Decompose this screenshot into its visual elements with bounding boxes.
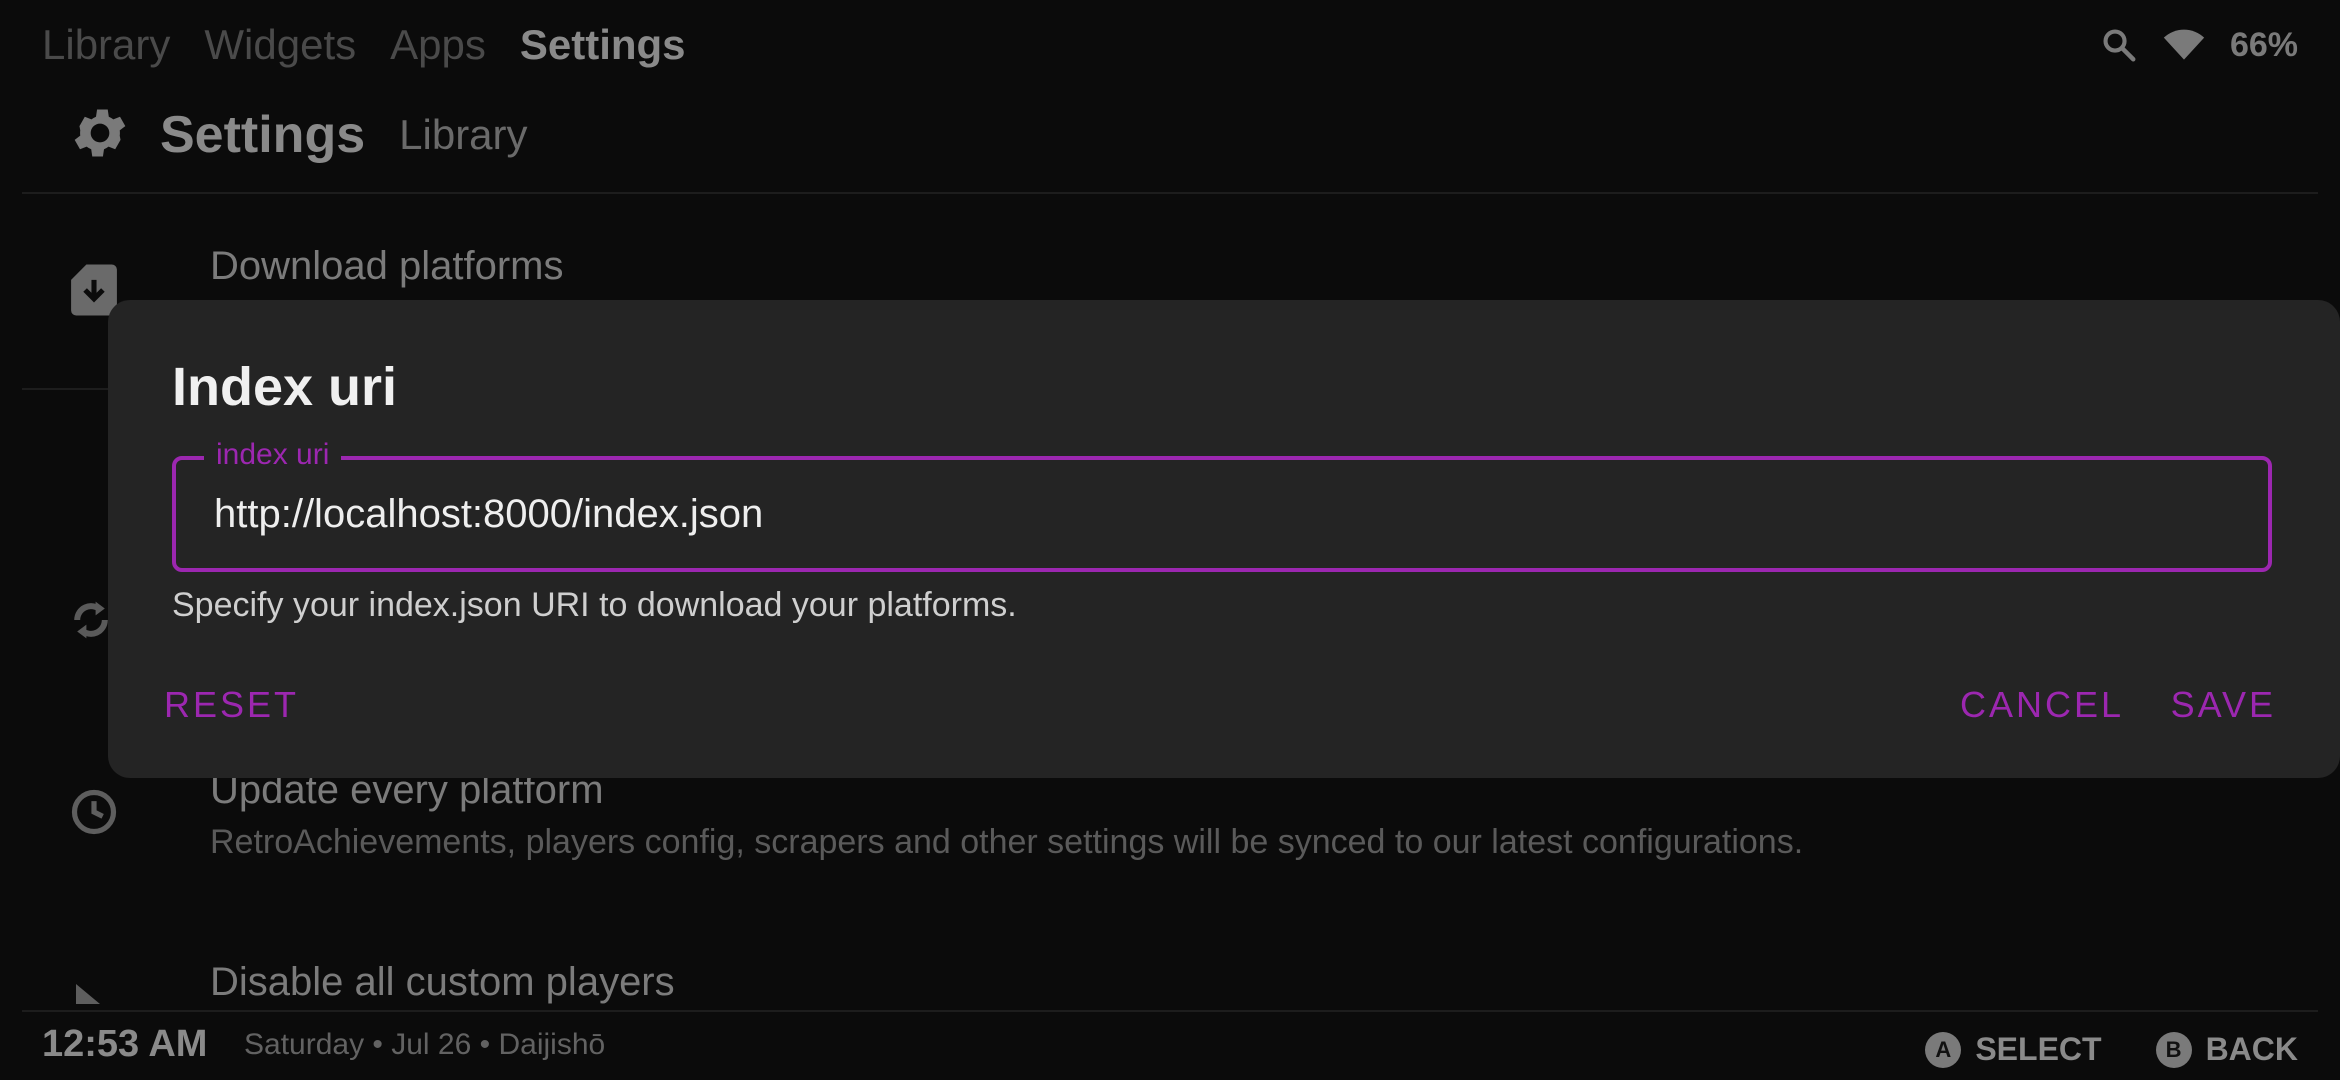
index-uri-dialog: Index uri index uri Specify your index.j… [108, 300, 2340, 778]
play-icon [68, 984, 108, 1009]
tab-widgets[interactable]: Widgets [204, 21, 356, 69]
status-bar: 66% [2100, 0, 2298, 90]
helper-text: Specify your index.json URI to download … [172, 586, 1017, 624]
bottom-bar: 12:53 AM Saturday • Jul 26 • Daijishō A … [0, 1010, 2340, 1080]
row-disable-custom-players[interactable]: Disable all custom players [210, 960, 675, 1005]
cancel-button[interactable]: CANCEL [1960, 680, 2124, 730]
top-navigation: Library Widgets Apps Settings [42, 0, 686, 90]
row-download-platforms[interactable]: Download platforms [210, 244, 564, 289]
search-icon[interactable] [2100, 26, 2138, 64]
a-button-icon: A [1925, 1031, 1962, 1068]
breadcrumb: Library [399, 111, 528, 158]
clock: 12:53 AM [42, 1023, 208, 1065]
index-uri-field[interactable]: index uri [172, 438, 2272, 572]
tab-library[interactable]: Library [42, 21, 170, 69]
page-title: Settings [160, 106, 366, 164]
hint-back-label: BACK [2205, 1031, 2298, 1067]
controller-hints: A SELECT B BACK [1925, 1031, 2298, 1068]
save-button[interactable]: SAVE [2171, 680, 2276, 730]
divider [22, 192, 2318, 194]
reset-button[interactable]: RESET [164, 680, 299, 730]
page-header: Settings Library [68, 100, 528, 170]
date-line: Saturday • Jul 26 • Daijishō [244, 1028, 606, 1061]
tab-settings[interactable]: Settings [520, 21, 686, 69]
battery-percentage: 66% [2229, 25, 2298, 64]
history-icon [68, 786, 120, 843]
b-button-icon: B [2155, 1031, 2192, 1068]
gear-icon [68, 101, 132, 170]
index-uri-input[interactable] [214, 482, 2194, 546]
tab-apps[interactable]: Apps [390, 21, 486, 69]
wifi-icon [2162, 26, 2206, 64]
row-update-every-platform-description: RetroAchievements, players config, scrap… [210, 823, 1804, 861]
field-label: index uri [204, 438, 342, 472]
dialog-title: Index uri [172, 357, 398, 417]
hint-select-label: SELECT [1975, 1031, 2102, 1067]
